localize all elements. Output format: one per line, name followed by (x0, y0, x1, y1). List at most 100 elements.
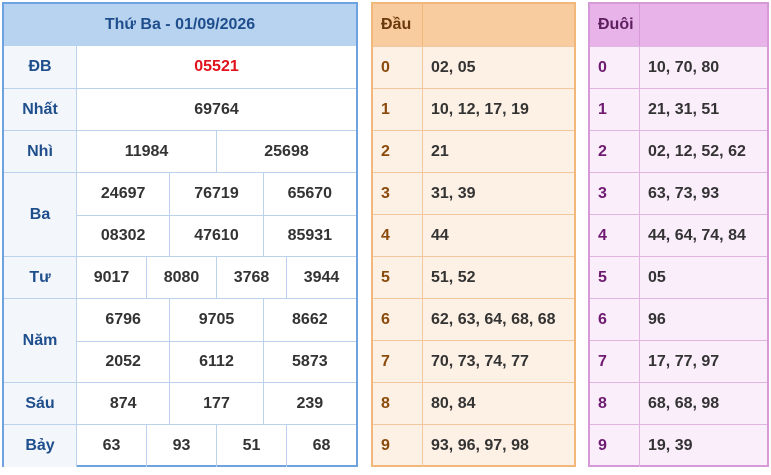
tail-digit-values: 02, 12, 52, 62 (648, 143, 746, 160)
tail-digit-values: 21, 31, 51 (648, 101, 720, 118)
tail-digit-values: 44, 64, 74, 84 (648, 227, 746, 244)
tail-digit-key: 2 (590, 131, 640, 173)
head-digit-key: 1 (373, 89, 423, 131)
tail-digit-key: 1 (590, 89, 640, 131)
tail-digit-row: 5 05 (590, 256, 767, 299)
tail-digit-row: 6 96 (590, 298, 767, 341)
prize-number: 6112 (169, 341, 262, 383)
tail-digit-row: 2 02, 12, 52, 62 (590, 130, 767, 173)
tail-digit-values: 96 (648, 311, 666, 328)
prize-number: 874 (109, 395, 137, 412)
prize-number: 9705 (169, 299, 262, 341)
prize-label: Sáu (4, 383, 77, 425)
head-digit-values: 70, 73, 74, 77 (431, 353, 529, 370)
tail-digit-key: 9 (590, 425, 640, 467)
tail-digit-key: 3 (590, 173, 640, 215)
prize-label: Năm (4, 299, 77, 383)
head-digit-key: 5 (373, 257, 423, 299)
prize-row: Tư 9017 8080 3768 3944 (4, 256, 356, 299)
head-digit-values: 10, 12, 17, 19 (431, 101, 529, 118)
prize-number: 08302 (100, 227, 146, 245)
head-digit-key: 0 (373, 47, 423, 89)
head-digit-key: 2 (373, 131, 423, 173)
tail-digit-key: 5 (590, 257, 640, 299)
prize-number: 239 (262, 383, 356, 425)
prize-number: 93 (146, 425, 216, 467)
prize-values: 11984 25698 (77, 131, 356, 173)
head-digit-values: 44 (431, 227, 449, 244)
tail-digit-row: 9 19, 39 (590, 424, 767, 467)
head-digit-key: 6 (373, 299, 423, 341)
tail-digit-key: 8 (590, 383, 640, 425)
tail-digit-values: 68, 68, 98 (648, 395, 720, 412)
prize-line: 6796 9705 8662 (77, 299, 356, 341)
prize-table: Thứ Ba - 01/09/2026 ĐB 05521 Nhất 69764 Nhì 1… (2, 2, 358, 467)
prize-values: 24697 76719 65670 08302 47610 85931 (77, 173, 356, 257)
prize-values: 9017 8080 3768 3944 (77, 257, 356, 299)
prize-line: 63 93 51 68 (77, 425, 356, 467)
prize-line: 9017 8080 3768 3944 (77, 257, 356, 299)
prize-number: 8662 (262, 299, 356, 341)
head-digit-row: 7 70, 73, 74, 77 (373, 340, 574, 383)
prize-number: 8080 (146, 257, 216, 299)
prize-number: 76719 (169, 173, 262, 215)
tail-digit-values: 10, 70, 80 (648, 59, 720, 76)
prize-number: 68 (286, 425, 356, 467)
prize-row: Nhì 11984 25698 (4, 130, 356, 173)
head-digit-row: 4 44 (373, 214, 574, 257)
prize-number: 69764 (194, 101, 239, 118)
head-digit-key: 7 (373, 341, 423, 383)
head-digit-values: 51, 52 (431, 269, 476, 286)
prize-number: 11984 (124, 143, 169, 160)
prize-label: Ba (4, 173, 77, 257)
tail-digit-title: Đuôi (590, 4, 640, 46)
prize-row: ĐB 05521 (4, 46, 356, 88)
prize-label: Nhì (4, 131, 77, 173)
prize-values: 05521 (77, 46, 356, 88)
head-digit-row: 5 51, 52 (373, 256, 574, 299)
tail-digit-header-blank (640, 4, 767, 46)
prize-number: 3944 (286, 257, 356, 299)
prize-row: Năm 6796 9705 8662 2052 6112 5873 (4, 298, 356, 383)
tail-digit-table: Đuôi 0 10, 70, 80 1 21, 31, 51 2 02, 12, 52, … (588, 2, 769, 467)
prize-number: 25698 (216, 131, 356, 173)
tail-digit-row: 1 21, 31, 51 (590, 88, 767, 131)
prize-line: 05521 (77, 46, 356, 88)
prize-label: ĐB (4, 46, 77, 88)
prize-number: 177 (169, 383, 262, 425)
prize-line: 11984 25698 (77, 131, 356, 173)
tail-digit-row: 0 10, 70, 80 (590, 46, 767, 89)
head-digit-row: 0 02, 05 (373, 46, 574, 89)
prize-line: 874 177 239 (77, 383, 356, 425)
head-digit-key: 9 (373, 425, 423, 467)
head-digit-row: 6 62, 63, 64, 68, 68 (373, 298, 574, 341)
prize-number: 6796 (105, 310, 141, 328)
prize-values: 69764 (77, 89, 356, 131)
head-digit-key: 4 (373, 215, 423, 257)
head-digit-title: Đầu (373, 4, 423, 46)
prize-row: Nhất 69764 (4, 88, 356, 131)
head-digit-values: 93, 96, 97, 98 (431, 437, 529, 454)
prize-number: 85931 (262, 215, 356, 257)
special-prize-number: 05521 (194, 58, 239, 75)
prize-number: 2052 (105, 353, 141, 371)
tail-digit-values: 19, 39 (648, 437, 693, 454)
head-digit-values: 31, 39 (431, 185, 476, 202)
prize-row: Ba 24697 76719 65670 08302 47610 85931 (4, 172, 356, 257)
head-digit-row: 2 21 (373, 130, 574, 173)
tail-digit-values: 63, 73, 93 (648, 185, 720, 202)
prize-line: 2052 6112 5873 (77, 340, 356, 383)
prize-number: 51 (216, 425, 286, 467)
prize-line: 24697 76719 65670 (77, 173, 356, 215)
prize-row: Bảy 63 93 51 68 (4, 424, 356, 467)
head-digit-header-blank (423, 4, 574, 46)
tail-digit-row: 4 44, 64, 74, 84 (590, 214, 767, 257)
prize-line: 69764 (77, 89, 356, 131)
tail-digit-row: 7 17, 77, 97 (590, 340, 767, 383)
tail-digit-header: Đuôi (590, 4, 767, 46)
prize-number: 24697 (100, 184, 146, 202)
prize-number: 3768 (216, 257, 286, 299)
prize-label: Bảy (4, 425, 77, 467)
prize-row: Sáu 874 177 239 (4, 382, 356, 425)
head-digit-key: 8 (373, 383, 423, 425)
